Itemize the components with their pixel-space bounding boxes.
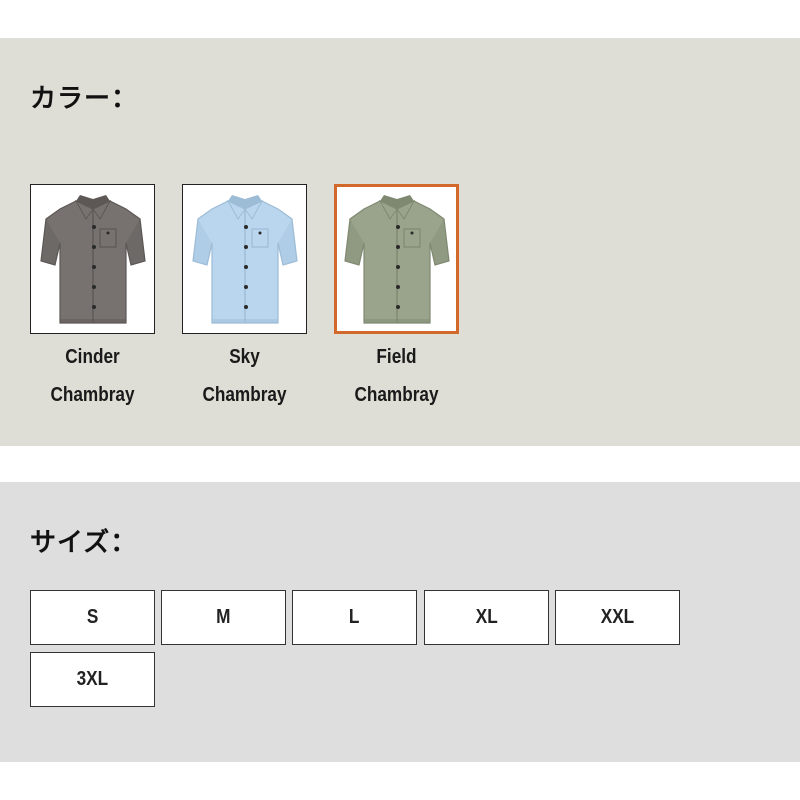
size-section: サイズ： S M L XL XXL 3XL: [0, 482, 800, 762]
size-button-3xl[interactable]: 3XL: [30, 652, 155, 707]
swatch-label: Field Chambray: [354, 346, 439, 406]
size-button-xxl[interactable]: XXL: [555, 590, 680, 645]
swatch-label: Sky Chambray: [202, 346, 287, 406]
size-section-title: サイズ：: [30, 528, 138, 558]
swatch-label: Cinder Chambray: [50, 346, 135, 406]
color-section: カラー： Cinder Chambray Sky Chambray Field …: [0, 38, 800, 446]
size-button-l[interactable]: L: [292, 590, 417, 645]
swatch-field-chambray[interactable]: Field Chambray: [334, 184, 459, 414]
swatch-cinder-chambray[interactable]: Cinder Chambray: [30, 184, 155, 414]
swatch-image-frame: [182, 184, 307, 334]
shirt-image: [39, 195, 146, 324]
size-button-xl[interactable]: XL: [424, 590, 549, 645]
size-button-s[interactable]: S: [30, 590, 155, 645]
size-button-m[interactable]: M: [161, 590, 286, 645]
shirt-image: [191, 195, 298, 324]
swatch-image-frame: [334, 184, 459, 334]
swatch-image-frame: [30, 184, 155, 334]
color-section-title: カラー：: [30, 84, 139, 114]
shirt-image: [343, 195, 450, 324]
swatch-sky-chambray[interactable]: Sky Chambray: [182, 184, 307, 414]
